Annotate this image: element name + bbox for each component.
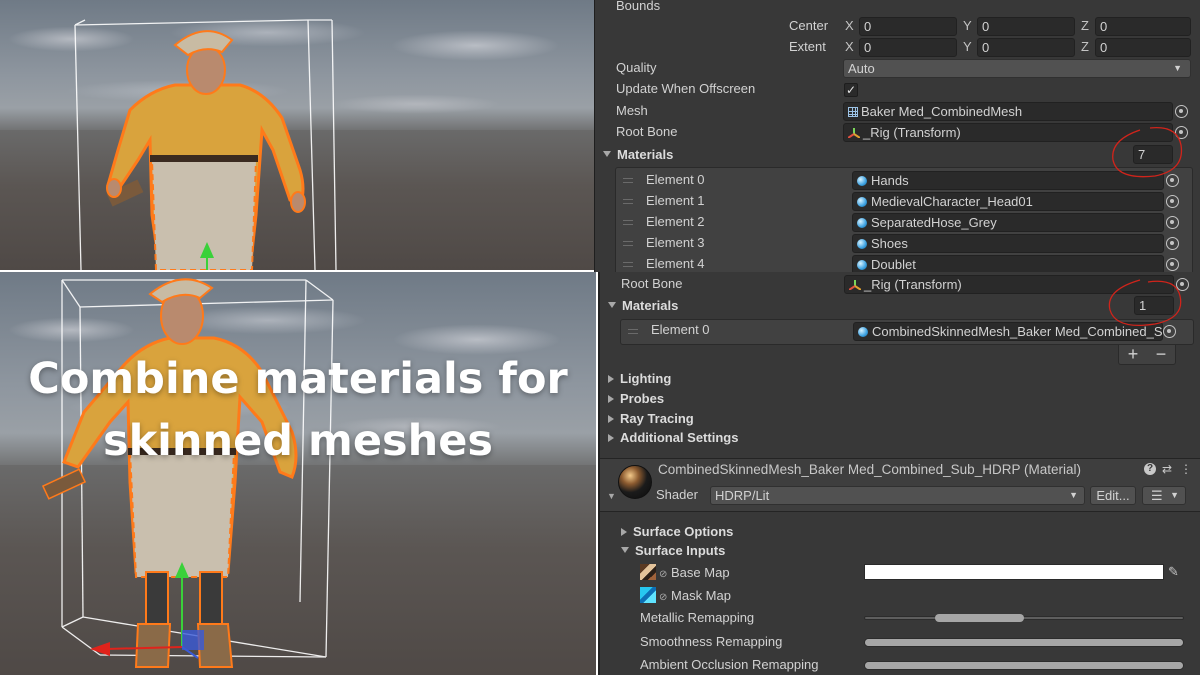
lighting-label: Lighting xyxy=(620,371,672,386)
kebab-menu-icon[interactable]: ⋮ xyxy=(1180,462,1192,476)
ao-remapping-label: Ambient Occlusion Remapping xyxy=(640,657,819,672)
foldout-collapsed-icon xyxy=(621,528,627,536)
probes-section[interactable]: Probes xyxy=(608,389,664,409)
base-map-thumbnail[interactable] xyxy=(640,564,656,580)
additional-settings-section[interactable]: Additional Settings xyxy=(608,428,738,448)
scene-bottom-drawing xyxy=(41,278,334,668)
additional-settings-label: Additional Settings xyxy=(620,430,739,445)
mask-map-row: ⊘ Mask Map xyxy=(659,586,731,606)
help-icon[interactable]: ? xyxy=(1144,463,1156,475)
ao-remapping-range[interactable] xyxy=(865,662,1183,669)
foldout-collapsed-icon xyxy=(608,375,614,383)
ray-tracing-label: Ray Tracing xyxy=(620,411,694,426)
link-icon: ⊘ xyxy=(659,569,668,580)
material-title: CombinedSkinnedMesh_Baker Med_Combined_S… xyxy=(658,462,1081,477)
scene-top-drawing xyxy=(74,19,337,270)
inspector-top: Bounds Center X 0 Y 0 Z 0 Extent X 0 Y 0… xyxy=(594,0,1200,272)
link-icon: ⊘ xyxy=(659,592,668,603)
presets-icon[interactable]: ⇄ xyxy=(1162,462,1172,476)
material-preview-sphere xyxy=(618,465,652,499)
scene-view-bottom[interactable]: Combine materials for skinned meshes xyxy=(0,272,596,675)
red-annotation-circle xyxy=(1112,126,1183,178)
base-map-row: ⊘ Base Map xyxy=(659,563,730,583)
foldout-expanded-icon xyxy=(621,547,629,553)
foldout-collapsed-icon xyxy=(608,434,614,442)
list-icon: ☰ xyxy=(1151,488,1163,503)
surface-inputs-label: Surface Inputs xyxy=(635,543,726,558)
lighting-section[interactable]: Lighting xyxy=(608,369,671,389)
base-color-field[interactable] xyxy=(864,564,1164,580)
smoothness-remapping-label: Smoothness Remapping xyxy=(640,634,783,649)
chevron-down-icon: ▼ xyxy=(1069,490,1078,500)
surface-options-section[interactable]: Surface Options xyxy=(621,522,733,542)
divider xyxy=(600,458,1200,459)
scene-view-top[interactable] xyxy=(0,0,594,270)
base-map-label: Base Map xyxy=(671,565,730,580)
chevron-down-icon: ▼ xyxy=(1170,490,1179,500)
character-top xyxy=(106,30,306,270)
metallic-remapping-label: Metallic Remapping xyxy=(640,610,755,625)
shader-value: HDRP/Lit xyxy=(715,488,770,503)
shader-options-dropdown[interactable]: ☰ ▼ xyxy=(1142,486,1186,505)
chevron-down-icon[interactable]: ▼ xyxy=(607,486,616,506)
smoothness-remapping-slider[interactable] xyxy=(864,638,1184,647)
smoothness-remapping-range[interactable] xyxy=(865,639,1183,646)
foldout-collapsed-icon xyxy=(608,415,614,423)
surface-inputs-section[interactable]: Surface Inputs xyxy=(621,541,725,561)
edit-shader-button[interactable]: Edit... xyxy=(1090,486,1136,505)
metallic-remapping-range[interactable] xyxy=(934,614,1024,622)
inspector-bottom: Root Bone _Rig (Transform) Materials 1 E… xyxy=(598,272,1200,675)
ray-tracing-section[interactable]: Ray Tracing xyxy=(608,409,694,429)
mask-map-thumbnail[interactable] xyxy=(640,587,656,603)
probes-label: Probes xyxy=(620,391,665,406)
eyedropper-icon[interactable]: ✎ xyxy=(1168,564,1179,580)
metallic-remapping-slider[interactable] xyxy=(864,614,1184,622)
foldout-collapsed-icon xyxy=(608,395,614,403)
shader-dropdown[interactable]: HDRP/Lit ▼ xyxy=(710,486,1085,505)
mask-map-label: Mask Map xyxy=(671,588,731,603)
shader-label: Shader xyxy=(656,487,698,502)
surface-options-label: Surface Options xyxy=(633,524,734,539)
overlay-title: Combine materials for skinned meshes xyxy=(28,354,568,466)
ao-remapping-slider[interactable] xyxy=(864,661,1184,670)
divider xyxy=(600,511,1200,512)
